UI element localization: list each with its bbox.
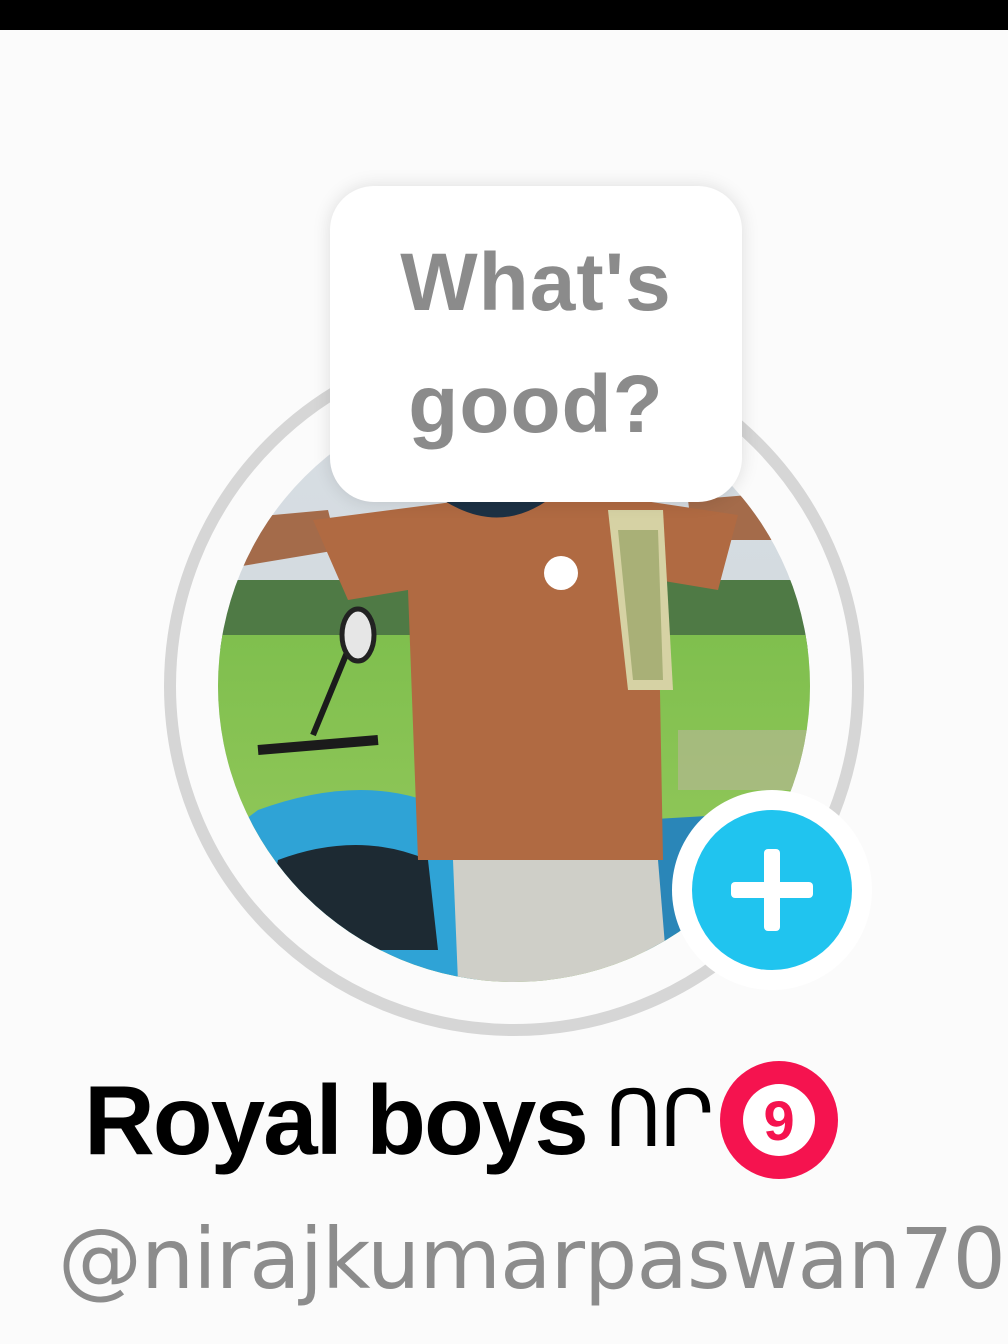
add-story-button[interactable] (672, 790, 872, 990)
status-bar (0, 0, 1008, 30)
username: @nirajkumarpaswan703 (58, 1210, 1008, 1308)
note-text: What's good? (400, 237, 672, 450)
plus-icon (731, 849, 813, 931)
display-name-glyphs: ՈՐ (604, 1075, 714, 1165)
badge-count: 9 (743, 1084, 816, 1156)
notification-badge[interactable]: 9 (720, 1061, 839, 1179)
display-name-row: Royal boys ՈՐ 9 (84, 1061, 839, 1179)
display-name: Royal boys (84, 1064, 589, 1175)
note-bubble[interactable]: What's good? (330, 186, 742, 502)
profile-screen: What's good? Royal boys ՈՐ 9 @nirajkumar… (0, 0, 1008, 1344)
note-bubble-tail (544, 556, 578, 590)
add-story-circle (692, 810, 852, 970)
